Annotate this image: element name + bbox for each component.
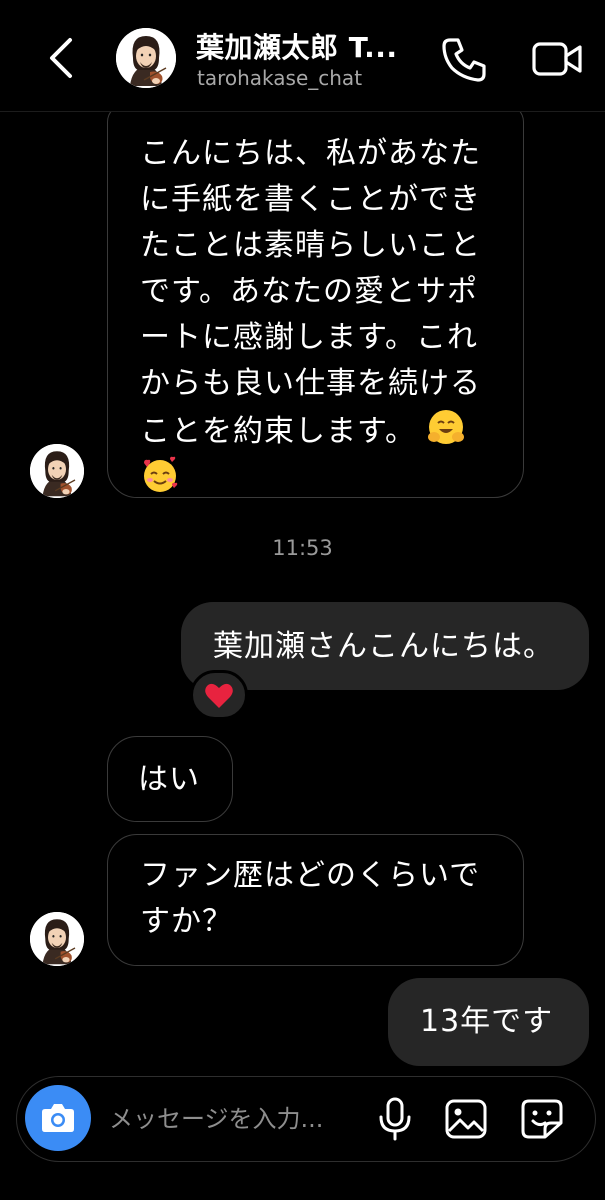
message-bubble-incoming[interactable]: ファン歴はどのくらいですか？	[107, 834, 524, 966]
gallery-icon	[445, 1099, 487, 1139]
video-camera-icon	[532, 42, 582, 76]
message-input[interactable]	[109, 1099, 364, 1139]
contact-name[interactable]: 葉加瀬太郎 T...	[196, 26, 398, 66]
sender-avatar[interactable]	[30, 444, 84, 498]
message-bubble-incoming[interactable]: こんにちは、私があなたに手紙を書くことができたことは素晴らしいことです。あなたの…	[107, 104, 524, 498]
camera-button[interactable]	[25, 1085, 91, 1151]
smiling-face-with-hearts-emoji	[140, 455, 180, 495]
gallery-button[interactable]	[443, 1097, 489, 1141]
message-text: こんにちは、私があなたに手紙を書くことができたことは素晴らしいことです。あなたの…	[140, 131, 502, 503]
contact-avatar[interactable]	[116, 28, 176, 88]
chevron-left-icon	[50, 38, 72, 78]
message-text: ファン歴はどのくらいですか？	[140, 858, 481, 939]
contact-handle[interactable]: tarohakase_chat	[197, 66, 362, 90]
hugging-face-emoji	[426, 407, 466, 447]
voice-call-button[interactable]	[440, 34, 490, 84]
sticker-icon	[521, 1099, 563, 1139]
message-text-content: こんにちは、私があなたに手紙を書くことができたことは素晴らしいことです。あなたの…	[140, 136, 481, 449]
sender-avatar[interactable]	[30, 912, 84, 966]
message-text: はい	[138, 762, 200, 797]
sticker-button[interactable]	[519, 1097, 565, 1141]
chat-header: 葉加瀬太郎 T... tarohakase_chat	[0, 0, 605, 112]
message-text: 葉加瀬さんこんにちは。	[213, 629, 554, 664]
message-composer	[16, 1076, 596, 1162]
message-bubble-incoming[interactable]: はい	[107, 736, 233, 822]
video-call-button[interactable]	[530, 36, 584, 82]
back-button[interactable]	[40, 34, 84, 82]
message-timestamp: 11:53	[272, 536, 333, 560]
message-reaction[interactable]	[190, 670, 248, 720]
message-text: 13年です	[420, 1004, 554, 1039]
voice-message-button[interactable]	[375, 1095, 415, 1143]
message-bubble-outgoing[interactable]: 13年です	[388, 978, 589, 1066]
microphone-icon	[379, 1097, 411, 1141]
phone-icon	[442, 38, 486, 82]
camera-icon	[42, 1104, 74, 1132]
red-heart-emoji	[205, 683, 233, 708]
